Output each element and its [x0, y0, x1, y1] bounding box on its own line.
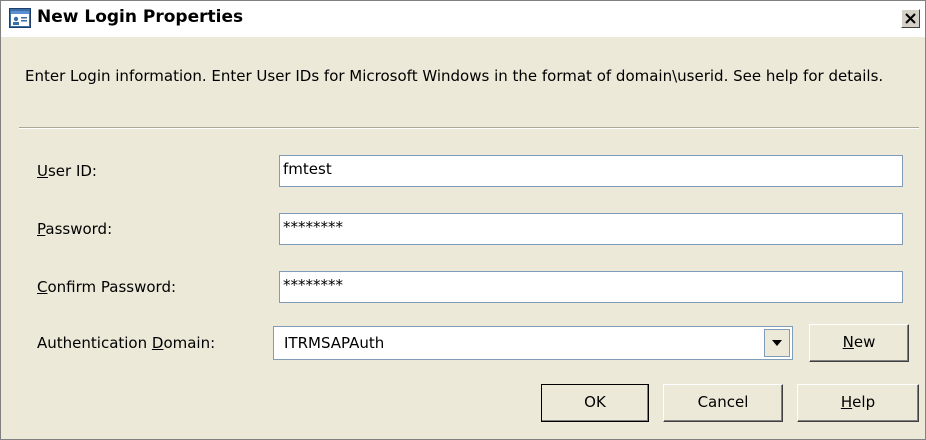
dialog-title: New Login Properties: [37, 7, 244, 27]
close-icon: [905, 13, 916, 24]
title-bar[interactable]: New Login Properties: [1, 1, 925, 37]
password-label: Password:: [37, 220, 113, 238]
separator: [19, 127, 919, 129]
help-button[interactable]: Help: [797, 384, 919, 422]
ok-button[interactable]: OK: [541, 384, 649, 422]
dialog-body: Enter Login information. Enter User IDs …: [1, 37, 925, 439]
auth-domain-select[interactable]: ITRMSAPAuth: [273, 326, 793, 360]
auth-domain-value: ITRMSAPAuth: [284, 334, 385, 352]
confirm-password-label: Confirm Password:: [37, 278, 177, 296]
new-domain-button[interactable]: New: [809, 324, 909, 362]
chevron-down-icon: [772, 340, 782, 346]
login-properties-dialog: New Login Properties Enter Login informa…: [0, 0, 926, 440]
user-id-label: User ID:: [37, 162, 97, 180]
dropdown-button[interactable]: [764, 329, 790, 357]
instructions-text: Enter Login information. Enter User IDs …: [25, 67, 884, 85]
confirm-password-input[interactable]: ********: [279, 271, 903, 303]
app-window-icon: [9, 8, 31, 28]
auth-domain-label: Authentication Domain:: [37, 334, 216, 352]
password-input[interactable]: ********: [279, 213, 903, 245]
close-button[interactable]: [901, 9, 920, 28]
user-id-input[interactable]: fmtest: [279, 155, 903, 187]
cancel-button[interactable]: Cancel: [663, 384, 783, 422]
